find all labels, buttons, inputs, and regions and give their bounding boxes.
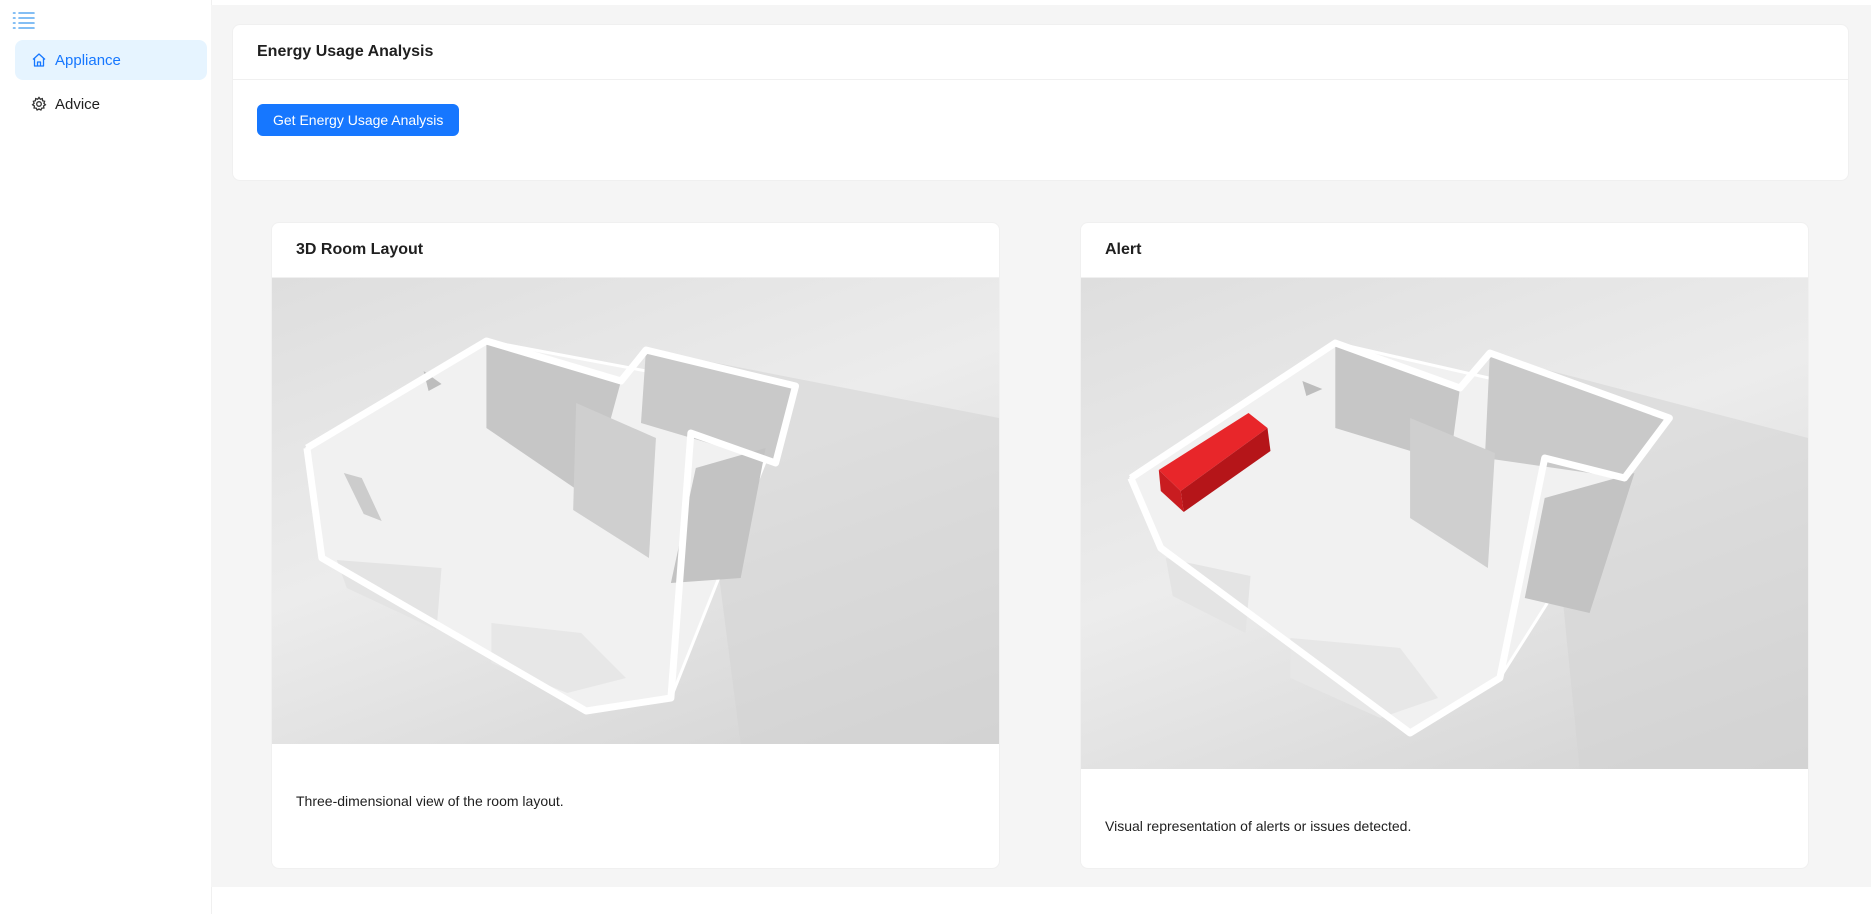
room-3d-viewer[interactable] xyxy=(272,278,999,744)
sidebar-item-advice[interactable]: Advice xyxy=(15,84,207,124)
energy-analysis-card: Energy Usage Analysis Get Energy Usage A… xyxy=(232,24,1849,181)
sidebar-item-label: Advice xyxy=(55,95,101,113)
sidebar: Appliance Advice xyxy=(0,0,212,914)
main-content: Energy Usage Analysis Get Energy Usage A… xyxy=(211,5,1871,887)
sidebar-item-appliance[interactable]: Appliance xyxy=(15,40,207,80)
get-energy-analysis-button[interactable]: Get Energy Usage Analysis xyxy=(257,104,460,136)
alert-3d-viewer[interactable] xyxy=(1081,278,1808,769)
card-title: Alert xyxy=(1081,223,1808,278)
sidebar-item-label: Appliance xyxy=(55,51,121,69)
menu-toggle-icon[interactable] xyxy=(12,10,36,32)
alert-description: Visual representation of alerts or issue… xyxy=(1105,818,1412,834)
alert-card: Alert Visual representation of alerts or… xyxy=(1080,222,1809,869)
gear-icon xyxy=(31,96,47,112)
card-title: Energy Usage Analysis xyxy=(233,25,1848,80)
card-title: 3D Room Layout xyxy=(272,223,999,278)
room-layout-description: Three-dimensional view of the room layou… xyxy=(296,793,564,809)
room-layout-card: 3D Room Layout Three-dimensional view of… xyxy=(271,222,1000,869)
home-icon xyxy=(31,52,47,68)
